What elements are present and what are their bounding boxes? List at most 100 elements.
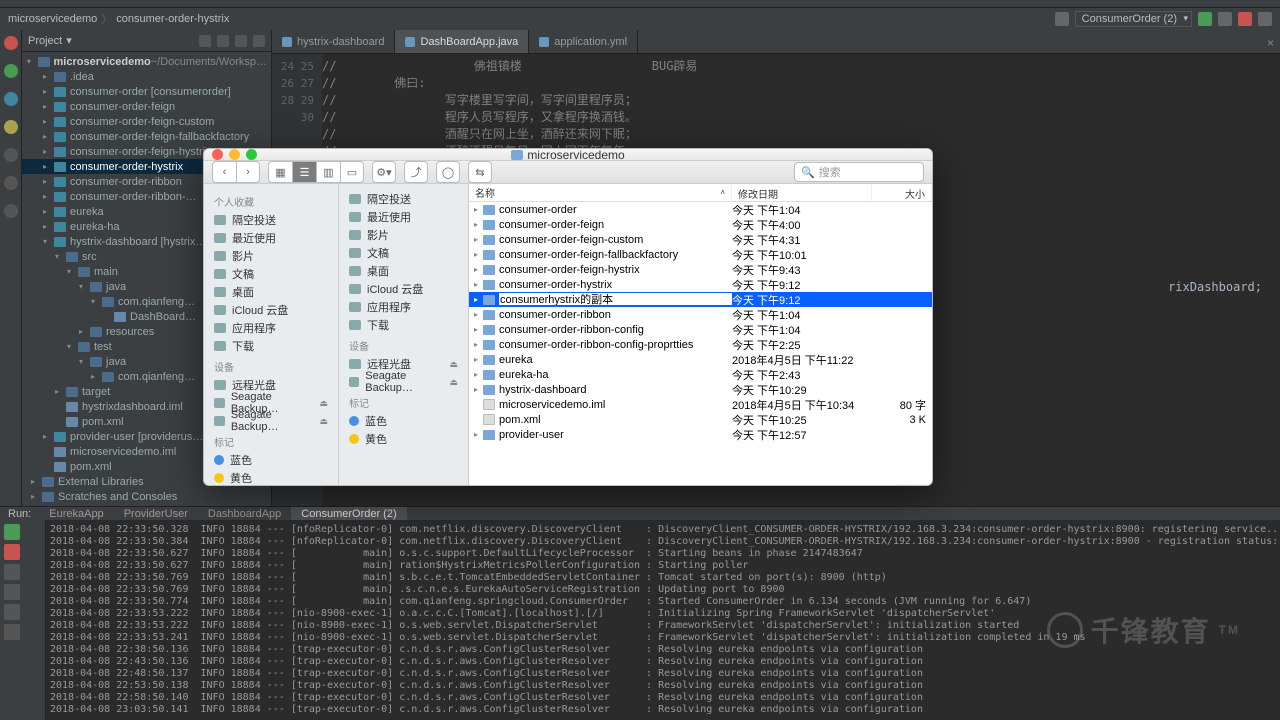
run-tab[interactable]: ProviderUser — [114, 507, 198, 520]
finder-row[interactable]: ▸consumer-order-hystrix今天 下午9:12 — [469, 277, 932, 292]
sidebar-item[interactable]: iCloud 云盘 — [339, 280, 468, 298]
tree-item[interactable]: ▸.idea — [22, 69, 271, 84]
finder-search[interactable]: 🔍 搜索 — [794, 162, 924, 182]
finder-row[interactable]: ▸consumer-order-feign-fallbackfactory今天 … — [469, 247, 932, 262]
finder-list-body[interactable]: ▸consumer-order今天 下午1:04▸consumer-order-… — [469, 202, 932, 485]
breadcrumb-root[interactable]: microservicedemo — [8, 13, 97, 25]
tree-root[interactable]: ▾microservicedemo ~/Documents/Worksp… — [22, 54, 271, 69]
dump-icon[interactable] — [4, 584, 20, 600]
finder-row[interactable]: ▸eureka2018年4月5日 下午11:22 — [469, 352, 932, 367]
stop-icon[interactable] — [1238, 12, 1252, 26]
sidebar-item[interactable]: 隔空投送 — [204, 211, 338, 229]
run-tab[interactable]: DashboardApp — [198, 507, 291, 520]
sidebar-item[interactable]: Seagate Backup…⏏ — [339, 373, 468, 391]
run-tab[interactable]: ConsumerOrder (2) — [291, 507, 406, 520]
view-gallery-button[interactable]: ▭ — [340, 161, 364, 183]
view-list-button[interactable]: ☰ — [292, 161, 316, 183]
tree-item[interactable]: ▸consumer-order-feign — [22, 99, 271, 114]
sidebar-item[interactable]: 应用程序 — [339, 298, 468, 316]
search-icon[interactable] — [1258, 12, 1272, 26]
run-icon[interactable] — [1198, 12, 1212, 26]
view-column-button[interactable]: ▥ — [316, 161, 340, 183]
activity-icon[interactable] — [4, 92, 18, 106]
breadcrumb-item[interactable]: consumer-order-hystrix — [116, 13, 229, 25]
finder-row[interactable]: ▸consumer-order-ribbon-config今天 下午1:04 — [469, 322, 932, 337]
finder-sidebar[interactable]: 个人收藏隔空投送最近使用影片文稿桌面iCloud 云盘应用程序下载设备远程光盘S… — [204, 184, 339, 486]
sidebar-tag[interactable]: 蓝色 — [339, 412, 468, 430]
sidebar-item[interactable]: 最近使用 — [204, 229, 338, 247]
finder-list-header[interactable]: 名称˄ 修改日期 大小 — [469, 184, 932, 202]
arrange-button[interactable]: ⚙▾ — [372, 161, 396, 183]
sidebar-item[interactable]: 下载 — [204, 337, 338, 355]
column-size[interactable]: 大小 — [872, 184, 932, 201]
finder-row[interactable]: ▸provider-user今天 下午12:57 — [469, 427, 932, 442]
editor-tab[interactable]: hystrix-dashboard — [272, 30, 395, 53]
activity-icon[interactable] — [4, 176, 18, 190]
pause-icon[interactable] — [4, 564, 20, 580]
sidebar-item[interactable]: Seagate Backup…⏏ — [204, 412, 338, 430]
run-tab[interactable]: EurekaApp — [39, 507, 113, 520]
collapse-icon[interactable] — [217, 35, 229, 47]
finder-row[interactable]: ▸consumer-order-ribbon-config-proprtties… — [469, 337, 932, 352]
restore-icon[interactable] — [4, 604, 20, 620]
finder-row[interactable]: microservicedemo.iml2018年4月5日 下午10:3480 … — [469, 397, 932, 412]
sidebar-item[interactable]: 下载 — [339, 316, 468, 334]
column-name[interactable]: 名称˄ — [469, 184, 732, 201]
column-date[interactable]: 修改日期 — [732, 184, 872, 201]
tag-button[interactable]: ◯ — [436, 161, 460, 183]
tree-item[interactable]: ▸consumer-order [consumerorder] — [22, 84, 271, 99]
debug-icon[interactable] — [1218, 12, 1232, 26]
forward-button[interactable]: › — [236, 161, 260, 183]
sidebar-item[interactable]: 影片 — [339, 226, 468, 244]
finder-titlebar[interactable]: microservicedemo — [204, 149, 932, 161]
gear-icon[interactable] — [235, 35, 247, 47]
hide-icon[interactable] — [253, 35, 265, 47]
sidebar-item[interactable]: 文稿 — [339, 244, 468, 262]
close-icon[interactable] — [4, 624, 20, 640]
sidebar-tag[interactable]: 蓝色 — [204, 451, 338, 469]
action-button[interactable]: ⤴ — [404, 161, 428, 183]
activity-icon[interactable] — [4, 204, 18, 218]
sidebar-item[interactable]: 文稿 — [204, 265, 338, 283]
build-icon[interactable] — [1055, 12, 1069, 26]
back-button[interactable]: ‹ — [212, 161, 236, 183]
sidebar-item[interactable]: 隔空投送 — [339, 190, 468, 208]
sidebar-tag[interactable]: 黄色 — [339, 430, 468, 448]
finder-row[interactable]: ▸consumer-order-feign今天 下午4:00 — [469, 217, 932, 232]
finder-row[interactable]: ▸hystrix-dashboard今天 下午10:29 — [469, 382, 932, 397]
tree-item[interactable]: ▸Scratches and Consoles — [22, 489, 271, 504]
finder-row[interactable]: ▸eureka-ha今天 下午2:43 — [469, 367, 932, 382]
finder-row[interactable]: ▸consumer-order-feign-custom今天 下午4:31 — [469, 232, 932, 247]
tree-item[interactable]: ▸consumer-order-feign-custom — [22, 114, 271, 129]
run-config-dropdown[interactable]: ConsumerOrder (2) — [1075, 11, 1192, 27]
activity-icon[interactable] — [4, 36, 18, 50]
finder-row[interactable]: ▸今天 下午9:12 — [469, 292, 932, 307]
finder-window[interactable]: microservicedemo ‹ › ▦ ☰ ▥ ▭ ⚙▾ ⤴ ◯ ⇆ 🔍 … — [203, 148, 933, 486]
stop-icon[interactable] — [4, 544, 20, 560]
dropbox-button[interactable]: ⇆ — [468, 161, 492, 183]
view-icon-button[interactable]: ▦ — [268, 161, 292, 183]
finder-row[interactable]: ▸consumer-order-ribbon今天 下午1:04 — [469, 307, 932, 322]
editor-tab[interactable]: application.yml — [529, 30, 638, 53]
finder-row[interactable]: ▸consumer-order今天 下午1:04 — [469, 202, 932, 217]
activity-icon[interactable] — [4, 120, 18, 134]
sidebar-item[interactable]: 应用程序 — [204, 319, 338, 337]
finder-sidebar-secondary[interactable]: 隔空投送最近使用影片文稿桌面iCloud 云盘应用程序下载设备远程光盘⏏Seag… — [339, 184, 469, 486]
rename-input[interactable] — [499, 293, 732, 305]
editor-tab[interactable]: DashBoardApp.java — [395, 30, 529, 53]
locate-icon[interactable] — [199, 35, 211, 47]
rerun-icon[interactable] — [4, 524, 20, 540]
tree-item[interactable]: ▸consumer-order-feign-fallbackfactory — [22, 129, 271, 144]
finder-row[interactable]: pom.xml今天 下午10:253 K — [469, 412, 932, 427]
sidebar-item[interactable]: 桌面 — [339, 262, 468, 280]
sidebar-tag[interactable]: 黄色 — [204, 469, 338, 486]
sidebar-item[interactable]: 影片 — [204, 247, 338, 265]
close-icon[interactable]: × — [1267, 36, 1274, 50]
activity-icon[interactable] — [4, 148, 18, 162]
activity-icon[interactable] — [4, 64, 18, 78]
sidebar-item[interactable]: 最近使用 — [339, 208, 468, 226]
sidebar-item[interactable]: 桌面 — [204, 283, 338, 301]
scrollbar[interactable] — [469, 485, 932, 486]
finder-row[interactable]: ▸consumer-order-feign-hystrix今天 下午9:43 — [469, 262, 932, 277]
sidebar-item[interactable]: iCloud 云盘 — [204, 301, 338, 319]
